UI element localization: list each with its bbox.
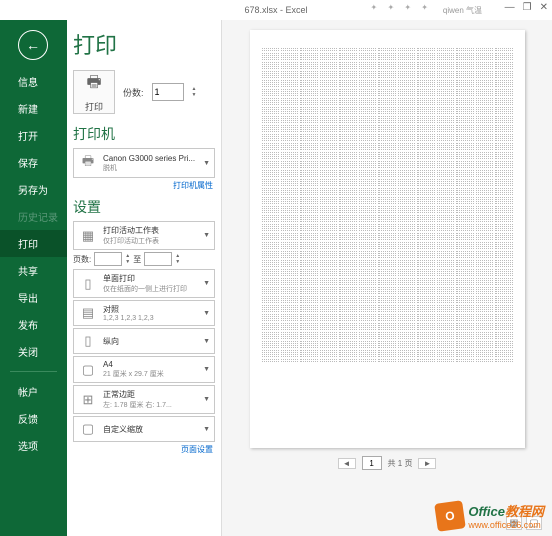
paper-icon: ▢ <box>78 362 98 378</box>
scale-icon: ▢ <box>78 421 98 437</box>
pages-range: 页数: ▲▼ 至 ▲▼ <box>73 252 215 266</box>
nav-export[interactable]: 导出 <box>0 284 67 311</box>
pages-to-label: 至 <box>133 254 141 265</box>
nav-close[interactable]: 关闭 <box>0 338 67 365</box>
print-settings-panel: 打印 🖶 打印 份数: ▲▼ 打印机 🖶 Canon G3000 series … <box>67 20 222 536</box>
copies-label: 份数: <box>123 86 144 99</box>
page-of-label: 共 1 页 <box>388 458 413 469</box>
chevron-down-icon: ▼ <box>203 310 210 317</box>
nav-history: 历史记录 <box>0 203 67 230</box>
user-name: qiwen 气温 <box>443 5 482 16</box>
preview-page <box>250 30 525 448</box>
orientation-dropdown[interactable]: ▯ 纵向 ▼ <box>73 328 215 354</box>
margins-icon: ⊞ <box>78 392 98 408</box>
copies-spinner[interactable]: ▲▼ <box>192 86 197 98</box>
collate-icon: ▤ <box>78 305 98 321</box>
printer-properties-link[interactable]: 打印机属性 <box>73 180 213 191</box>
page-icon: ▯ <box>78 276 98 292</box>
margins-dropdown[interactable]: ⊞ 正常边距 左: 1.78 厘米 右: 1.7... ▼ <box>73 385 215 414</box>
page-title: 打印 <box>73 28 215 60</box>
window-controls: — ❐ ✕ <box>505 2 548 13</box>
nav-options[interactable]: 选项 <box>0 432 67 459</box>
nav-share[interactable]: 共享 <box>0 257 67 284</box>
scaling-dropdown[interactable]: ▢ 自定义缩放 ▼ <box>73 416 215 442</box>
nav-save[interactable]: 保存 <box>0 149 67 176</box>
nav-separator <box>10 371 57 372</box>
minimize-button[interactable]: — <box>505 2 515 13</box>
backstage-sidebar: ← 信息 新建 打开 保存 另存为 历史记录 打印 共享 导出 发布 关闭 帐户… <box>0 20 67 536</box>
show-margins-button[interactable]: ▦ <box>506 516 522 530</box>
pages-from-input[interactable] <box>94 252 122 266</box>
pages-to-spinner[interactable]: ▲▼ <box>175 253 180 265</box>
chevron-down-icon: ▼ <box>203 232 210 239</box>
zoom-to-page-button[interactable]: ▢ <box>526 516 542 530</box>
printer-dropdown[interactable]: 🖶 Canon G3000 series Pri... 脱机 ▼ <box>73 148 215 178</box>
printer-status: 脱机 <box>103 163 198 173</box>
window-title: 678.xlsx - Excel <box>244 5 307 15</box>
nav-new[interactable]: 新建 <box>0 95 67 122</box>
printer-status-icon: 🖶 <box>78 152 98 174</box>
nav-open[interactable]: 打开 <box>0 122 67 149</box>
nav-info[interactable]: 信息 <box>0 68 67 95</box>
print-what-dropdown[interactable]: ▦ 打印活动工作表 仅打印活动工作表 ▼ <box>73 221 215 250</box>
print-button[interactable]: 🖶 打印 <box>73 70 115 114</box>
pages-to-input[interactable] <box>144 252 172 266</box>
page-navigator: ◄ 共 1 页 ► <box>338 456 437 470</box>
copies-input[interactable] <box>152 83 184 101</box>
nav-account[interactable]: 帐户 <box>0 378 67 405</box>
chevron-down-icon: ▼ <box>203 160 210 167</box>
prev-page-button[interactable]: ◄ <box>338 458 356 469</box>
chevron-down-icon: ▼ <box>203 280 210 287</box>
printer-name: Canon G3000 series Pri... <box>103 154 198 163</box>
settings-section-title: 设置 <box>73 197 215 217</box>
nav-feedback[interactable]: 反馈 <box>0 405 67 432</box>
nav-print[interactable]: 打印 <box>0 230 67 257</box>
printer-section-title: 打印机 <box>73 124 215 144</box>
print-button-label: 打印 <box>85 100 103 113</box>
restore-button[interactable]: ❐ <box>523 2 532 13</box>
chevron-down-icon: ▼ <box>203 338 210 345</box>
current-page-input[interactable] <box>362 456 382 470</box>
collate-dropdown[interactable]: ▤ 对照 1,2,3 1,2,3 1,2,3 ▼ <box>73 300 215 326</box>
sides-dropdown[interactable]: ▯ 单面打印 仅在纸面的一侧上进行打印 ▼ <box>73 269 215 298</box>
paper-size-dropdown[interactable]: ▢ A4 21 厘米 x 29.7 厘米 ▼ <box>73 356 215 383</box>
decoration-birds: ✦ ✦ ✦ ✦ <box>371 3 432 12</box>
sheet-icon: ▦ <box>78 228 98 244</box>
next-page-button[interactable]: ► <box>418 458 436 469</box>
title-bar: ✦ ✦ ✦ ✦ 678.xlsx - Excel qiwen 气温 — ❐ ✕ <box>0 0 552 20</box>
pages-label: 页数: <box>73 254 91 265</box>
chevron-down-icon: ▼ <box>203 396 210 403</box>
close-button[interactable]: ✕ <box>540 2 548 13</box>
nav-publish[interactable]: 发布 <box>0 311 67 338</box>
portrait-icon: ▯ <box>78 333 98 349</box>
page-setup-link[interactable]: 页面设置 <box>73 444 213 455</box>
nav-saveas[interactable]: 另存为 <box>0 176 67 203</box>
print-preview-area: ◄ 共 1 页 ► ▦ ▢ <box>222 20 552 536</box>
printer-icon: 🖶 <box>86 71 101 98</box>
chevron-down-icon: ▼ <box>203 366 210 373</box>
back-button[interactable]: ← <box>18 30 48 60</box>
pages-from-spinner[interactable]: ▲▼ <box>125 253 130 265</box>
chevron-down-icon: ▼ <box>203 426 210 433</box>
